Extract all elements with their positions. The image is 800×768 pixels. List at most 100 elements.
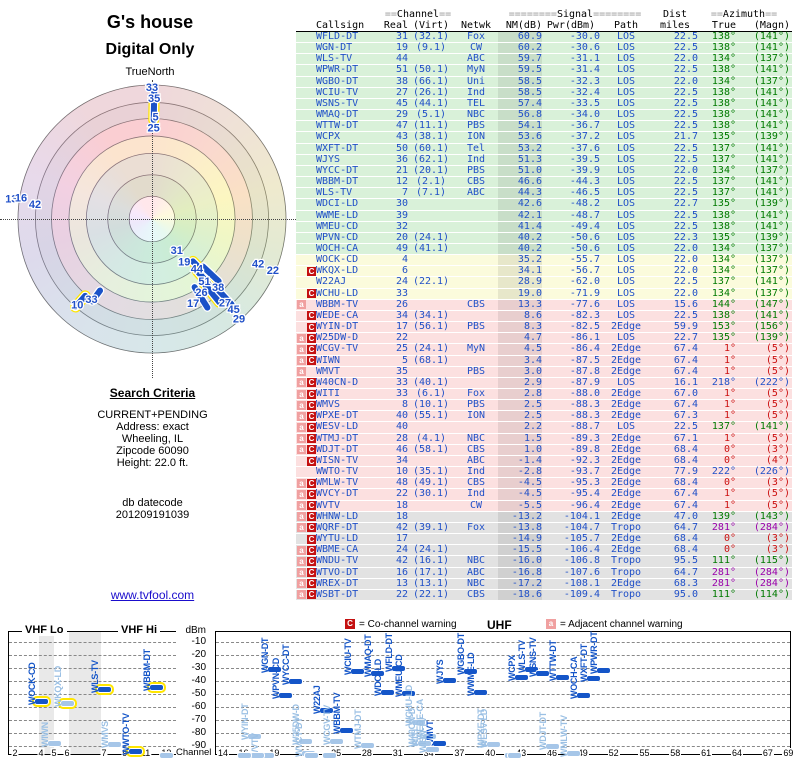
warning-badges: C (296, 322, 316, 332)
cell-real: 40 (395, 421, 408, 433)
svg-text:42: 42 (252, 259, 264, 271)
cell-tr: 1° (723, 488, 736, 500)
cell-net: PBS (466, 365, 486, 377)
cell-virt (408, 289, 454, 299)
cell-virt: (41.1) (412, 242, 450, 254)
cell-nm: 46.6 (498, 176, 542, 188)
cell-real: 51 (395, 64, 408, 76)
cell-virt: (56.1) (412, 321, 450, 333)
svg-text:16: 16 (15, 193, 27, 205)
adjacent-channel-badge-icon: a (297, 434, 306, 444)
warning-badges: aC (296, 523, 316, 533)
cell-mi: 22.5 (673, 97, 698, 109)
cell-mg: (3°) (765, 533, 790, 545)
co-channel-badge-icon: C (307, 456, 316, 466)
adjacent-channel-badge-icon: a (297, 356, 306, 366)
cell-mi: 22.7 (673, 332, 698, 344)
cell-virt (408, 266, 454, 276)
cell-real: 34 (395, 454, 408, 466)
cell-real: 20 (395, 231, 408, 243)
cell-pwr: -77.6 (569, 298, 600, 310)
adjacent-channel-badge-icon: a (297, 545, 306, 555)
channel-tick-label: 67 (761, 748, 774, 758)
warning-badges: a (296, 367, 316, 377)
adjacent-channel-badge-icon: a (546, 619, 556, 630)
co-channel-badge-icon: C (307, 489, 316, 499)
cell-virt: (40.1) (412, 376, 450, 388)
cell-tr: 137° (711, 187, 736, 199)
cell-pwr: -105.7 (563, 533, 600, 545)
station-label: WMEU-CD (394, 654, 405, 698)
cell-tr: 134° (711, 254, 736, 266)
cell-pwr: -88.7 (569, 421, 600, 433)
cell-pwr: -95.4 (569, 488, 600, 500)
cell-nm: 51.3 (498, 154, 542, 165)
cell-tr: 153° (711, 321, 736, 333)
cell-mg: (139°) (753, 332, 790, 344)
cell-net: MyN (466, 343, 486, 355)
table-row: a C WSBT-DT 22 (22.1) CBS -18.6 -109.4 Tropo 95.0… (296, 588, 792, 601)
station-label: W22AJ (311, 685, 322, 714)
cell-tr: 111° (711, 588, 736, 600)
vhf-shaded-band (69, 632, 101, 754)
cell-virt: (24.1) (412, 343, 450, 355)
cell-mi: 77.9 (673, 466, 698, 478)
cell-real: 34 (395, 309, 408, 321)
station-signal-marker (249, 751, 265, 759)
cell-pwr: -87.8 (569, 365, 600, 377)
cell-cs: WVTV (316, 499, 341, 511)
cell-net: Fox (466, 521, 486, 533)
table-column-header-cell: Path (613, 20, 639, 31)
cell-cs: WSNS-TV (316, 97, 359, 109)
adjacent-channel-badge-icon: a (297, 389, 306, 399)
cell-path: LOS (616, 187, 636, 199)
cell-cs: WBBM-TV (316, 298, 359, 310)
table-column-header-cell: True (711, 20, 736, 31)
cell-virt (408, 211, 454, 221)
warning-badges: aC (296, 568, 316, 578)
cell-virt: (6.1) (415, 388, 447, 399)
cell-nm: 2.5 (498, 399, 542, 411)
cell-net: Ind (466, 86, 486, 98)
station-label: WPVN-CD (270, 657, 281, 699)
cell-path: 2Edge (610, 365, 642, 377)
table-row: a C WDJT-DT 46 (58.1) CBS 1.0 -89.8 2Edge 68.4 0° (… (296, 444, 792, 456)
cell-net: ABC (466, 53, 486, 65)
cell-path: LOS (616, 421, 636, 433)
cell-pwr: -34.0 (569, 109, 600, 121)
cell-path: LOS (616, 276, 636, 288)
cell-path: Tropo (610, 555, 642, 567)
dbm-tick-label: -40 (191, 675, 206, 686)
cell-virt: (11.1) (412, 120, 450, 132)
cell-real: 32 (395, 220, 408, 232)
warning-badges: aC (296, 422, 316, 433)
cell-cs: WCGV-TV (316, 343, 359, 355)
cell-cs: WBBM-DT (316, 176, 359, 188)
cell-path: LOS (616, 265, 636, 277)
cell-nm: 34.1 (498, 265, 542, 277)
cell-virt: (20.1) (412, 164, 450, 176)
cell-real: 13 (395, 577, 408, 589)
cell-tr: 134° (711, 287, 736, 299)
cell-real: 40 (395, 410, 408, 422)
cell-nm: 35.2 (498, 254, 542, 266)
station-label: WLS-TV (90, 660, 100, 694)
dbm-tick-label: -50 (191, 688, 206, 699)
table-row: WCPX 43 (38.1) ION 53.6 -37.2 LOS 21.7 135° (139°… (296, 132, 792, 144)
warning-badges (296, 222, 316, 232)
table-group-header-cell: Dist (662, 9, 688, 20)
cell-mi: 67.0 (673, 388, 698, 399)
cell-virt (408, 199, 454, 209)
cell-cs: WMVT (316, 365, 341, 377)
cell-tr: 135° (711, 231, 736, 243)
cell-mi: 22.5 (673, 421, 698, 433)
cell-virt: (5.1) (415, 109, 447, 121)
channel-tick-label: 2 (11, 748, 19, 758)
cell-cs: WREX-DT (316, 577, 359, 589)
table-row: a C WITI 33 (6.1) Fox 2.8 -88.0 2Edge 67.0 1° (5°) (296, 388, 792, 401)
tvfool-link[interactable]: www.tvfool.com (111, 588, 194, 602)
cell-nm: 4.5 (498, 344, 542, 355)
channel-tick-label: 7 (100, 748, 108, 758)
cell-real: 4 (401, 254, 408, 266)
warning-badges (296, 99, 316, 109)
